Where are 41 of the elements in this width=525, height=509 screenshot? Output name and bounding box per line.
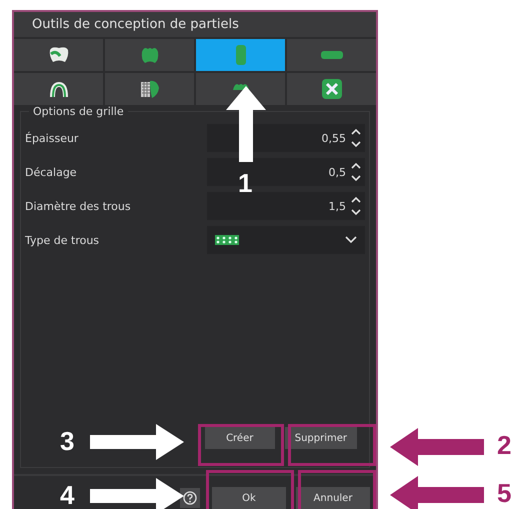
action-button[interactable]: Supprimer xyxy=(284,427,357,449)
hole-pattern-icon xyxy=(215,235,239,245)
tool-button[interactable] xyxy=(287,73,376,105)
field-label: Épaisseur xyxy=(25,132,80,144)
tool-button[interactable] xyxy=(196,73,285,105)
callout-number: 5 xyxy=(497,480,512,506)
tool-button[interactable] xyxy=(105,73,194,105)
help-button[interactable] xyxy=(180,488,200,508)
arrow-icon xyxy=(390,476,484,509)
field-label: Décalage xyxy=(25,166,78,178)
spinner-arrows-icon xyxy=(351,127,361,149)
mesh-tooth-icon xyxy=(138,79,160,99)
dialog-button[interactable]: Ok xyxy=(212,487,286,509)
arrow-icon xyxy=(226,86,266,162)
spinner-arrows-icon xyxy=(351,195,361,217)
tool-button[interactable] xyxy=(14,39,103,71)
dropdown-field[interactable] xyxy=(207,226,365,254)
arrow-icon xyxy=(90,478,184,509)
tooth-icon xyxy=(48,46,70,64)
field-label: Type de trous xyxy=(25,234,100,246)
number-field[interactable]: 0,55 xyxy=(207,124,365,152)
spinner-arrows-icon xyxy=(351,161,361,183)
bar-icon xyxy=(320,50,344,60)
arch-icon xyxy=(48,81,68,97)
arrow-icon xyxy=(90,424,184,460)
window-title: Outils de conception de partiels xyxy=(32,17,239,32)
number-field[interactable]: 1,5 xyxy=(207,192,365,220)
group-title: Options de grille xyxy=(29,105,128,118)
help-icon xyxy=(183,491,197,505)
tool-button[interactable] xyxy=(14,73,103,105)
close-icon xyxy=(322,79,342,99)
callout-number: 3 xyxy=(60,428,74,454)
action-button[interactable]: Créer xyxy=(204,427,275,449)
field-label: Diamètre des trous xyxy=(25,200,132,212)
chevron-down-icon xyxy=(345,236,357,244)
callout-number: 4 xyxy=(60,482,74,508)
teeth-icon xyxy=(140,46,160,64)
callout-number: 2 xyxy=(497,432,512,458)
arrow-icon xyxy=(390,428,484,466)
dialog-button[interactable]: Annuler xyxy=(296,487,370,509)
bar-icon xyxy=(234,44,246,66)
